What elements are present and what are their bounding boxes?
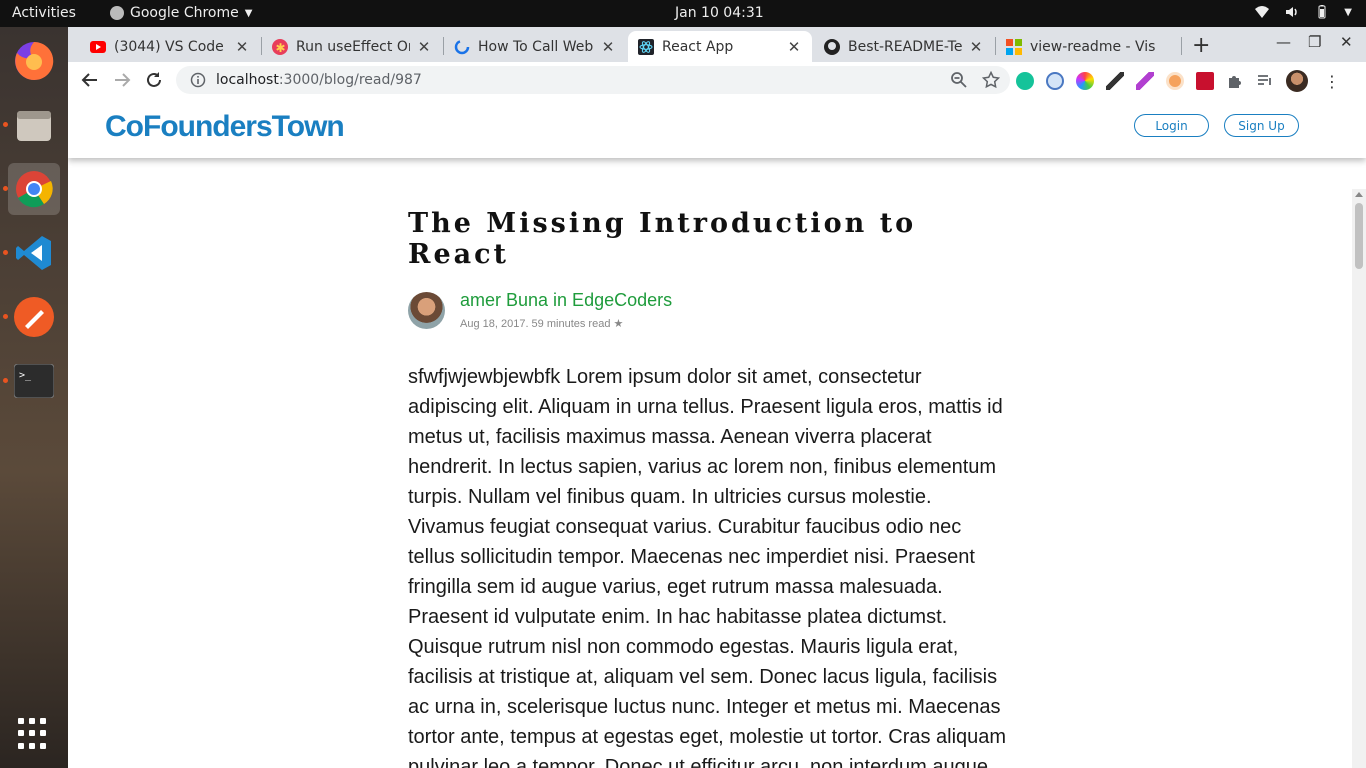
app-menu-label: Google Chrome bbox=[130, 5, 239, 21]
tab-view-readme[interactable]: view-readme - Vis bbox=[996, 31, 1180, 62]
puzzle-icon[interactable] bbox=[1226, 72, 1244, 90]
activities-button[interactable]: Activities bbox=[12, 5, 76, 21]
power-menu-caret-icon: ▼ bbox=[1344, 6, 1352, 18]
close-icon[interactable]: ✕ bbox=[416, 38, 432, 56]
address-bar[interactable]: localhost:3000/blog/read/987 bbox=[176, 66, 1010, 94]
close-icon[interactable]: ✕ bbox=[600, 38, 616, 56]
caret-down-icon: ▼ bbox=[244, 7, 253, 19]
clock[interactable]: Jan 10 04:31 bbox=[675, 5, 764, 21]
tab-separator bbox=[1181, 37, 1182, 55]
svg-text:>_: >_ bbox=[19, 370, 32, 381]
tab-strip: (3044) VS Code tip ✕ ✱ Run useEffect On … bbox=[68, 27, 1366, 62]
close-icon[interactable]: ✕ bbox=[968, 38, 984, 56]
microsoft-icon bbox=[1006, 38, 1022, 55]
asterisk-icon: ✱ bbox=[272, 38, 288, 55]
dock-terminal[interactable]: >_ bbox=[8, 355, 60, 407]
site-logo[interactable]: CoFoundersTown bbox=[105, 110, 345, 144]
dock-chrome[interactable] bbox=[8, 163, 60, 215]
react-icon bbox=[638, 38, 654, 55]
tab-title: (3044) VS Code tip bbox=[114, 38, 228, 55]
author-link[interactable]: amer Buna in EdgeCoders bbox=[460, 290, 672, 311]
extension-icon[interactable] bbox=[1046, 72, 1064, 90]
maximize-icon[interactable]: ❐ bbox=[1308, 33, 1321, 51]
new-tab-icon[interactable]: + bbox=[1192, 33, 1210, 58]
article: The Missing Introduction to React amer B… bbox=[408, 208, 1013, 768]
article-body: sfwfjwjewbjewbfk Lorem ipsum dolor sit a… bbox=[408, 366, 1007, 768]
tab-run-useeffect[interactable]: ✱ Run useEffect On ✕ bbox=[262, 31, 442, 62]
back-arrow-icon[interactable] bbox=[78, 68, 102, 92]
dock: >_ bbox=[0, 27, 68, 768]
app-menu[interactable]: Google Chrome ▼ bbox=[110, 5, 252, 21]
firefox-icon bbox=[15, 41, 54, 80]
article-byline: amer Buna in EdgeCoders Aug 18, 2017. 59… bbox=[408, 290, 1013, 332]
feather-icon[interactable] bbox=[1136, 72, 1154, 90]
browser-toolbar: localhost:3000/blog/read/987 ⋮ bbox=[68, 62, 1366, 98]
media-queue-icon[interactable] bbox=[1256, 72, 1274, 90]
forward-arrow-icon[interactable] bbox=[110, 68, 134, 92]
reload-icon[interactable] bbox=[142, 68, 166, 92]
dock-files[interactable] bbox=[8, 99, 60, 151]
tab-react-app[interactable]: React App ✕ bbox=[628, 31, 812, 62]
web-page: CoFoundersTown Login Sign Up The Missing… bbox=[68, 98, 1366, 768]
close-icon[interactable]: ✕ bbox=[786, 38, 802, 56]
wifi-icon bbox=[1255, 6, 1270, 18]
url-host: localhost bbox=[216, 72, 279, 88]
tab-title: Run useEffect On bbox=[296, 38, 410, 55]
postman-icon bbox=[14, 297, 54, 337]
tab-title: React App bbox=[662, 38, 734, 55]
close-window-icon[interactable]: ✕ bbox=[1340, 33, 1353, 51]
page-scrollbar[interactable] bbox=[1352, 189, 1366, 768]
extension-icon[interactable] bbox=[1196, 72, 1214, 90]
files-icon bbox=[17, 111, 51, 141]
battery-icon bbox=[1318, 5, 1326, 19]
tab-vscode-tips[interactable]: (3044) VS Code tip ✕ bbox=[80, 31, 260, 62]
vscode-icon bbox=[16, 236, 51, 270]
loading-icon bbox=[454, 39, 470, 55]
dock-firefox[interactable] bbox=[8, 35, 60, 87]
close-icon[interactable]: ✕ bbox=[234, 38, 250, 56]
github-icon bbox=[824, 38, 840, 55]
terminal-icon: >_ bbox=[14, 364, 54, 398]
site-header: CoFoundersTown Login Sign Up bbox=[68, 98, 1366, 158]
grammarly-icon[interactable] bbox=[1016, 72, 1034, 90]
url-path: :3000/blog/read/987 bbox=[278, 72, 422, 88]
article-title: The Missing Introduction to React bbox=[408, 208, 917, 270]
chrome-icon bbox=[16, 171, 53, 208]
browser-window: (3044) VS Code tip ✕ ✱ Run useEffect On … bbox=[68, 27, 1366, 768]
tab-title: Best-README-Tem bbox=[848, 38, 962, 55]
dock-postman[interactable] bbox=[8, 291, 60, 343]
extension-icon[interactable] bbox=[1166, 72, 1184, 90]
signup-button[interactable]: Sign Up bbox=[1224, 114, 1299, 137]
chrome-small-icon bbox=[110, 6, 124, 20]
tab-title: How To Call Web A bbox=[478, 38, 594, 55]
youtube-icon bbox=[90, 39, 106, 55]
volume-icon bbox=[1286, 7, 1298, 17]
show-applications-icon[interactable] bbox=[18, 718, 50, 750]
eyedropper-icon[interactable] bbox=[1106, 72, 1124, 90]
tab-how-to-call-web[interactable]: How To Call Web A ✕ bbox=[444, 31, 626, 62]
svg-text:✱: ✱ bbox=[276, 41, 286, 55]
profile-avatar[interactable] bbox=[1286, 70, 1308, 92]
dock-vscode[interactable] bbox=[8, 227, 60, 279]
login-button[interactable]: Login bbox=[1134, 114, 1209, 137]
article-meta: Aug 18, 2017. 59 minutes read ★ bbox=[460, 318, 624, 330]
scroll-thumb[interactable] bbox=[1355, 203, 1363, 269]
tab-title: view-readme - Vis bbox=[1030, 38, 1156, 55]
zoom-icon[interactable] bbox=[950, 71, 968, 89]
more-menu-icon[interactable]: ⋮ bbox=[1324, 72, 1340, 91]
system-top-bar: Activities Google Chrome ▼ Jan 10 04:31 … bbox=[0, 0, 1366, 27]
scroll-up-arrow-icon[interactable] bbox=[1355, 192, 1363, 197]
tab-best-readme[interactable]: Best-README-Tem ✕ bbox=[814, 31, 994, 62]
author-avatar[interactable] bbox=[408, 292, 445, 329]
bookmark-star-icon[interactable] bbox=[982, 71, 1000, 89]
system-tray[interactable]: ▼ bbox=[1254, 4, 1352, 20]
minimize-icon[interactable]: — bbox=[1276, 33, 1291, 51]
extensions-bar: ⋮ bbox=[1016, 70, 1340, 92]
color-picker-icon[interactable] bbox=[1076, 72, 1094, 90]
info-icon[interactable] bbox=[190, 72, 206, 88]
